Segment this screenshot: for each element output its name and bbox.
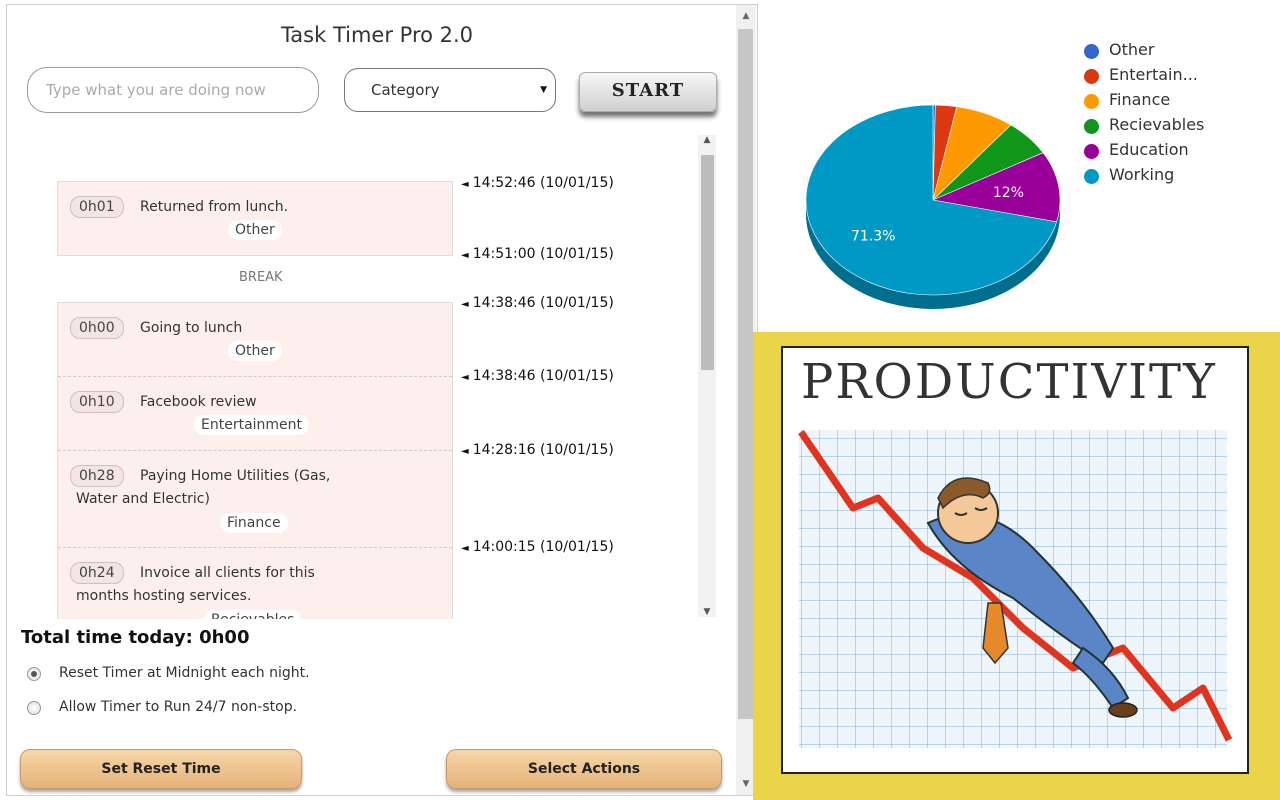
- app-title: Task Timer Pro 2.0: [280, 23, 474, 47]
- entry-description: Returned from lunch.: [140, 199, 289, 215]
- legend-swatch: [1084, 94, 1099, 109]
- log-entry: 0h00 Going to lunch Other: [58, 303, 452, 375]
- option-label: Allow Timer to Run 24/7 non-stop.: [59, 699, 298, 715]
- log-entry: 0h24 Invoice all clients for this months…: [58, 547, 452, 619]
- arrow-left-icon: ◄: [461, 299, 469, 310]
- poster-frame: PRODUCTIVITY: [781, 346, 1249, 774]
- log-entry: 0h01 Returned from lunch. Other: [58, 182, 452, 255]
- dropdown-arrow-icon: ▼: [540, 85, 547, 95]
- timestamp: ◄ 14:38:46 (10/01/15): [461, 368, 614, 384]
- log-block: 0h01 Returned from lunch. Other: [57, 181, 453, 256]
- entry-description: Paying Home Utilities (Gas,: [140, 468, 331, 484]
- arrow-left-icon: ◄: [461, 543, 469, 554]
- task-timer-window: Task Timer Pro 2.0 Category ▼ START 0h01…: [6, 4, 758, 796]
- timestamp: ◄ 14:00:15 (10/01/15): [461, 539, 614, 555]
- duration-badge: 0h01: [70, 196, 124, 218]
- category-tag: Other: [228, 341, 282, 361]
- task-log: 0h01 Returned from lunch. Other ◄ 14:52:4…: [7, 129, 736, 619]
- start-button[interactable]: START: [579, 72, 717, 112]
- productivity-illustration: PRODUCTIVITY: [753, 332, 1280, 800]
- legend-swatch: [1084, 169, 1099, 184]
- scrollbar-thumb[interactable]: [701, 155, 714, 370]
- category-tag: Recievables: [204, 610, 302, 619]
- radio-button[interactable]: [27, 701, 41, 715]
- legend-swatch: [1084, 119, 1099, 134]
- scroll-down-icon[interactable]: ▼: [698, 607, 716, 617]
- log-scrollbar[interactable]: ▲ ▼: [698, 135, 716, 617]
- log-entry: 0h10 Facebook review Entertainment: [58, 376, 452, 450]
- timestamp: ◄ 14:28:16 (10/01/15): [461, 442, 614, 458]
- entry-description: Going to lunch: [140, 320, 243, 336]
- timestamp: ◄ 14:52:46 (10/01/15): [461, 175, 614, 191]
- pie-slice-label: 12%: [993, 185, 1024, 201]
- total-time-today: Total time today: 0h00: [21, 627, 250, 648]
- arrow-left-icon: ◄: [461, 250, 469, 261]
- entry-description: Facebook review: [140, 394, 257, 410]
- task-input[interactable]: [27, 67, 319, 113]
- entry-description-continued: Water and Electric): [76, 491, 210, 507]
- log-entry: 0h28 Paying Home Utilities (Gas, Water a…: [58, 450, 452, 547]
- log-block: 0h00 Going to lunch Other 0h10 Facebook …: [57, 302, 453, 619]
- arrow-left-icon: ◄: [461, 446, 469, 457]
- duration-badge: 0h10: [70, 391, 124, 413]
- category-tag: Finance: [220, 513, 288, 533]
- timestamp: ◄ 14:38:46 (10/01/15): [461, 295, 614, 311]
- category-tag: Entertainment: [194, 415, 310, 435]
- duration-badge: 0h24: [70, 562, 124, 584]
- legend-swatch: [1084, 144, 1099, 159]
- scroll-up-icon[interactable]: ▲: [698, 135, 716, 145]
- option-label: Reset Timer at Midnight each night.: [59, 665, 310, 681]
- radio-button[interactable]: [27, 667, 41, 681]
- legend-swatch: [1084, 69, 1099, 84]
- pie-slice-label: 71.3%: [851, 228, 895, 244]
- break-label: BREAK: [239, 270, 283, 285]
- pie-chart-svg: 12% 71.3%: [805, 104, 1061, 309]
- declining-graph-illustration: [798, 430, 1233, 748]
- entry-description: Invoice all clients for this: [140, 565, 315, 581]
- legend-swatch: [1084, 44, 1099, 59]
- arrow-left-icon: ◄: [461, 179, 469, 190]
- category-pie-chart: 12% 71.3%: [800, 100, 1070, 319]
- duration-badge: 0h28: [70, 465, 124, 487]
- category-select-value: Category: [371, 81, 440, 99]
- entry-description-continued: months hosting services.: [76, 588, 252, 604]
- category-tag: Other: [228, 220, 282, 240]
- set-reset-time-button[interactable]: Set Reset Time: [20, 749, 302, 789]
- category-select[interactable]: Category ▼: [344, 68, 556, 112]
- timestamp: ◄ 14:51:00 (10/01/15): [461, 246, 614, 262]
- select-actions-button[interactable]: Select Actions: [446, 749, 722, 789]
- scroll-up-icon[interactable]: ▲: [736, 11, 756, 21]
- arrow-left-icon: ◄: [461, 372, 469, 383]
- scrollbar-thumb[interactable]: [738, 29, 753, 719]
- duration-badge: 0h00: [70, 317, 124, 339]
